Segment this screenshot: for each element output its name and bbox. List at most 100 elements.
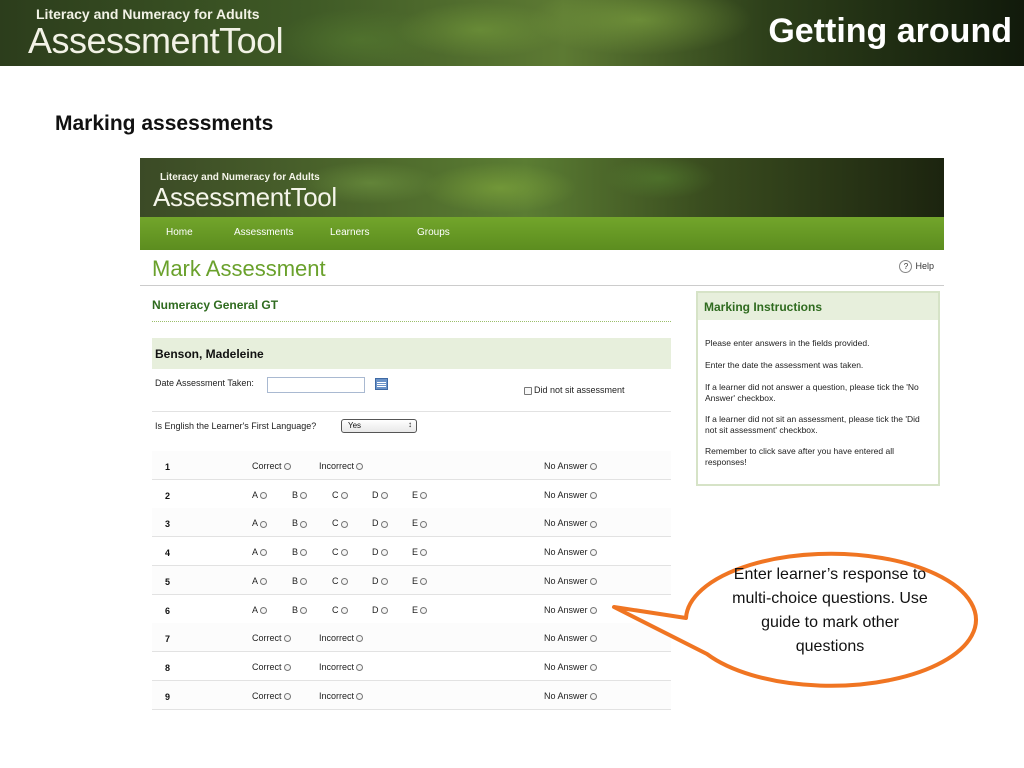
radio-icon[interactable] xyxy=(260,549,268,557)
no-answer-option[interactable]: No Answer xyxy=(544,576,597,586)
english-select[interactable]: Yes ↕ xyxy=(341,419,417,433)
radio-icon[interactable] xyxy=(420,491,428,499)
option-c[interactable]: C xyxy=(332,605,348,615)
no-answer-option[interactable]: No Answer xyxy=(544,605,597,615)
option-c[interactable]: C xyxy=(332,518,348,528)
option-correct-label: Correct xyxy=(252,661,282,672)
radio-icon[interactable] xyxy=(589,549,597,557)
radio-icon[interactable] xyxy=(380,520,388,528)
radio-icon[interactable] xyxy=(340,520,348,528)
radio-icon[interactable] xyxy=(260,491,268,499)
option-incorrect[interactable]: Incorrect xyxy=(319,633,364,643)
radio-icon[interactable] xyxy=(260,520,268,528)
radio-icon[interactable] xyxy=(300,520,308,528)
option-e[interactable]: E xyxy=(412,576,428,586)
option-d[interactable]: D xyxy=(372,576,388,586)
help-link[interactable]: ? Help xyxy=(899,260,934,273)
radio-icon[interactable] xyxy=(589,491,597,499)
option-correct[interactable]: Correct xyxy=(252,633,291,643)
radio-icon[interactable] xyxy=(589,463,597,471)
date-input[interactable] xyxy=(267,377,365,393)
nav-learners[interactable]: Learners xyxy=(330,227,369,238)
option-b[interactable]: B xyxy=(292,518,308,528)
radio-icon[interactable] xyxy=(340,606,348,614)
no-answer-option[interactable]: No Answer xyxy=(544,518,597,528)
option-b[interactable]: B xyxy=(292,490,308,500)
option-d[interactable]: D xyxy=(372,547,388,557)
option-c[interactable]: C xyxy=(332,547,348,557)
radio-icon[interactable] xyxy=(420,606,428,614)
radio-icon[interactable] xyxy=(340,491,348,499)
radio-icon[interactable] xyxy=(380,491,388,499)
did-not-sit-checkbox[interactable] xyxy=(524,387,532,395)
option-e[interactable]: E xyxy=(412,547,428,557)
option-incorrect[interactable]: Incorrect xyxy=(319,691,364,701)
question-number: 3 xyxy=(165,519,171,530)
option-d[interactable]: D xyxy=(372,490,388,500)
radio-icon[interactable] xyxy=(356,664,364,672)
radio-icon[interactable] xyxy=(283,664,291,672)
no-answer-option[interactable]: No Answer xyxy=(544,633,597,643)
radio-icon[interactable] xyxy=(380,549,388,557)
radio-icon[interactable] xyxy=(356,463,364,471)
radio-icon[interactable] xyxy=(356,635,364,643)
option-e[interactable]: E xyxy=(412,605,428,615)
option-b[interactable]: B xyxy=(292,605,308,615)
question-row: 7 Correct Incorrect No Answer xyxy=(152,623,671,653)
option-a[interactable]: A xyxy=(252,576,268,586)
radio-icon[interactable] xyxy=(380,606,388,614)
option-d[interactable]: D xyxy=(372,518,388,528)
radio-icon[interactable] xyxy=(589,635,597,643)
radio-icon[interactable] xyxy=(589,664,597,672)
no-answer-option[interactable]: No Answer xyxy=(544,691,597,701)
radio-icon[interactable] xyxy=(420,520,428,528)
app-banner-brand: AssessmentTool xyxy=(153,182,337,212)
radio-icon[interactable] xyxy=(589,577,597,585)
option-e[interactable]: E xyxy=(412,490,428,500)
radio-icon[interactable] xyxy=(340,549,348,557)
option-a[interactable]: A xyxy=(252,490,268,500)
radio-icon[interactable] xyxy=(283,463,291,471)
option-d[interactable]: D xyxy=(372,605,388,615)
option-correct[interactable]: Correct xyxy=(252,662,291,672)
radio-icon[interactable] xyxy=(283,635,291,643)
nav-groups[interactable]: Groups xyxy=(417,227,450,238)
radio-icon[interactable] xyxy=(300,491,308,499)
option-c[interactable]: C xyxy=(332,576,348,586)
radio-icon[interactable] xyxy=(300,549,308,557)
radio-icon[interactable] xyxy=(340,577,348,585)
no-answer-option[interactable]: No Answer xyxy=(544,547,597,557)
option-correct[interactable]: Correct xyxy=(252,461,291,471)
no-answer-option-label: No Answer xyxy=(544,489,588,500)
option-b[interactable]: B xyxy=(292,547,308,557)
radio-icon[interactable] xyxy=(260,577,268,585)
radio-icon[interactable] xyxy=(589,520,597,528)
option-incorrect[interactable]: Incorrect xyxy=(319,662,364,672)
option-c[interactable]: C xyxy=(332,490,348,500)
option-a[interactable]: A xyxy=(252,547,268,557)
no-answer-option[interactable]: No Answer xyxy=(544,490,597,500)
radio-icon[interactable] xyxy=(356,692,364,700)
option-c-label: C xyxy=(332,604,339,615)
radio-icon[interactable] xyxy=(589,692,597,700)
option-e[interactable]: E xyxy=(412,518,428,528)
radio-icon[interactable] xyxy=(420,549,428,557)
option-b[interactable]: B xyxy=(292,576,308,586)
radio-icon[interactable] xyxy=(300,606,308,614)
option-a[interactable]: A xyxy=(252,518,268,528)
option-correct[interactable]: Correct xyxy=(252,691,291,701)
radio-icon[interactable] xyxy=(420,577,428,585)
calendar-icon[interactable] xyxy=(375,378,388,390)
radio-icon[interactable] xyxy=(380,577,388,585)
radio-icon[interactable] xyxy=(283,692,291,700)
option-incorrect[interactable]: Incorrect xyxy=(319,461,364,471)
radio-icon[interactable] xyxy=(260,606,268,614)
no-answer-option[interactable]: No Answer xyxy=(544,662,597,672)
option-a[interactable]: A xyxy=(252,605,268,615)
nav-assessments[interactable]: Assessments xyxy=(234,227,293,238)
no-answer-option[interactable]: No Answer xyxy=(544,461,597,471)
question-number: 9 xyxy=(165,691,171,702)
nav-home[interactable]: Home xyxy=(166,227,193,238)
radio-icon[interactable] xyxy=(300,577,308,585)
radio-icon[interactable] xyxy=(589,606,597,614)
